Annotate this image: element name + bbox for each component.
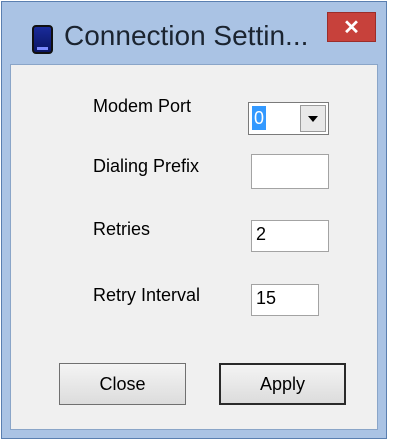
retries-label: Retries bbox=[93, 219, 151, 239]
modem-port-label: Modem Port bbox=[93, 96, 192, 116]
modem-port-value: 0 bbox=[252, 106, 267, 130]
modem-icon bbox=[32, 25, 53, 54]
window-title: Connection Settin... bbox=[64, 20, 309, 51]
retry-interval-input[interactable]: 15 bbox=[251, 284, 319, 316]
modem-port-select[interactable]: 0 bbox=[248, 102, 329, 135]
connection-settings-window: Connection Settin... ✕ Modem Port 0 Dial… bbox=[1, 1, 387, 439]
title-bar[interactable]: Connection Settin... ✕ bbox=[2, 2, 386, 64]
close-button[interactable]: Close bbox=[59, 363, 186, 405]
chevron-down-icon[interactable] bbox=[300, 105, 326, 132]
retry-interval-label: Retry Interval bbox=[93, 285, 201, 305]
dialing-prefix-input[interactable] bbox=[251, 154, 329, 189]
close-window-button[interactable]: ✕ bbox=[327, 12, 376, 42]
dialing-prefix-label: Dialing Prefix bbox=[93, 156, 200, 176]
dialog-body: Modem Port 0 Dialing Prefix Retries 2 Re… bbox=[10, 64, 378, 430]
retries-input[interactable]: 2 bbox=[251, 220, 329, 252]
apply-button[interactable]: Apply bbox=[219, 363, 346, 405]
close-icon: ✕ bbox=[343, 16, 360, 39]
